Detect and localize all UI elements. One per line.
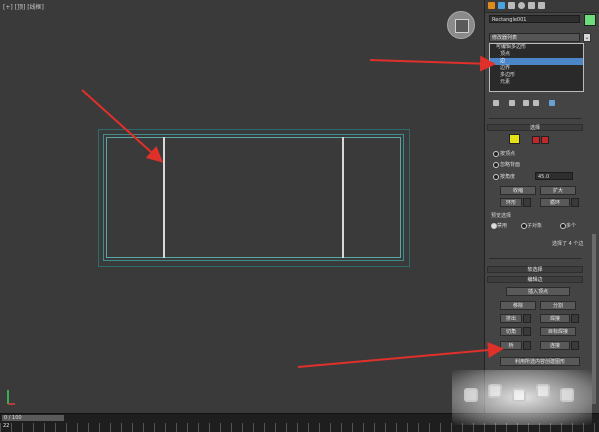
stack-item[interactable]: 可编辑多边形 [490,44,583,51]
bridge-button[interactable]: 桥 [500,341,522,350]
by-vertex-checkbox[interactable] [493,151,499,157]
weld-settings-icon[interactable] [571,314,579,323]
edit-edges-rollout-header[interactable]: 编辑边 [487,276,583,283]
extrude-button[interactable]: 挤出 [500,314,522,323]
soft-selection-rollout-header[interactable]: 软选择 [487,266,583,273]
selection-rollout-header[interactable]: 选择 [487,124,583,131]
extrude-settings-icon[interactable] [523,314,531,323]
by-angle-checkbox[interactable] [493,174,499,180]
edge-line-right[interactable] [342,137,344,258]
stack-item[interactable]: 元素 [490,79,583,86]
time-slider-handle[interactable]: 0 / 100 [2,415,64,421]
ignore-backfacing-checkbox[interactable] [493,162,499,168]
loop-spinner[interactable] [571,198,579,207]
show-end-result-icon[interactable] [509,100,515,106]
connect-settings-icon[interactable] [571,341,579,350]
polygon-mode-icon[interactable] [532,136,540,144]
remove-button[interactable]: 移除 [500,301,536,310]
edge-mode-icon[interactable] [509,134,520,144]
display-tab-icon[interactable] [528,2,535,9]
viewport-top[interactable]: [+] [顶] [线框] [0,0,485,413]
divider [489,118,582,119]
stack-item-selected[interactable]: 边 [490,58,583,65]
rectangle-object[interactable] [106,137,401,258]
connect-button[interactable]: 连接 [540,341,570,350]
modifier-list-dropdown[interactable]: 修改器列表 [489,33,580,42]
split-button[interactable]: 分割 [540,301,576,310]
hierarchy-tab-icon[interactable] [508,2,515,9]
preview-disable-label: 禁用 [497,223,508,229]
element-mode-icon[interactable] [541,136,549,144]
pin-stack-icon[interactable] [493,100,499,106]
stack-item[interactable]: 边界 [490,65,583,72]
shrink-button[interactable]: 收缩 [500,186,536,195]
modify-tab-icon[interactable] [498,2,505,9]
stack-item[interactable]: 顶点 [490,51,583,58]
edge-line-left[interactable] [163,137,165,258]
panel-scrollbar[interactable] [592,234,596,404]
create-tab-icon[interactable] [488,2,495,9]
stack-toolbar [489,100,582,108]
object-name-field[interactable]: Rectangle001 [489,15,580,23]
utilities-tab-icon[interactable] [538,2,545,9]
ring-spinner[interactable] [523,198,531,207]
chamfer-settings-icon[interactable] [523,327,531,336]
viewport-label[interactable]: [+] [顶] [线框] [3,2,44,11]
ring-button[interactable]: 环形 [500,198,522,207]
preview-multi-label: 多个 [566,223,577,229]
chamfer-button[interactable]: 切角 [500,327,522,336]
watermark-logo [452,370,592,425]
divider [489,258,582,259]
axis-gizmo-icon [7,390,15,405]
target-weld-button[interactable]: 目标焊接 [540,327,576,336]
make-unique-icon[interactable] [523,100,529,106]
create-shape-button[interactable]: 利用所选内容创建图形 [500,357,580,366]
loop-button[interactable]: 循环 [540,198,570,207]
by-angle-label: 按角度 [500,174,516,180]
by-vertex-label: 按顶点 [500,151,516,157]
configure-sets-icon[interactable] [549,100,555,106]
preview-selection-label: 预览选择 [491,213,512,219]
preview-subobject-label: 子对象 [527,223,543,229]
stack-item[interactable]: 多边形 [490,72,583,79]
angle-input[interactable]: 45.0 [535,172,573,180]
viewcube-icon[interactable] [447,11,475,39]
weld-button[interactable]: 焊接 [540,314,570,323]
command-tabs [485,0,599,13]
bridge-settings-icon[interactable] [523,341,531,350]
grow-button[interactable]: 扩大 [540,186,576,195]
object-color-swatch[interactable] [584,14,596,26]
remove-modifier-icon[interactable] [533,100,539,106]
insert-vertex-button[interactable]: 插入顶点 [506,287,570,296]
ignore-backfacing-label: 忽略背面 [500,162,521,168]
motion-tab-icon[interactable] [518,2,525,9]
chevron-down-icon[interactable]: ⌄ [583,33,591,42]
modifier-stack[interactable]: 可编辑多边形 顶点 边 边界 多边形 元素 [489,43,584,92]
selection-status: 选择了 4 个边 [552,241,584,247]
